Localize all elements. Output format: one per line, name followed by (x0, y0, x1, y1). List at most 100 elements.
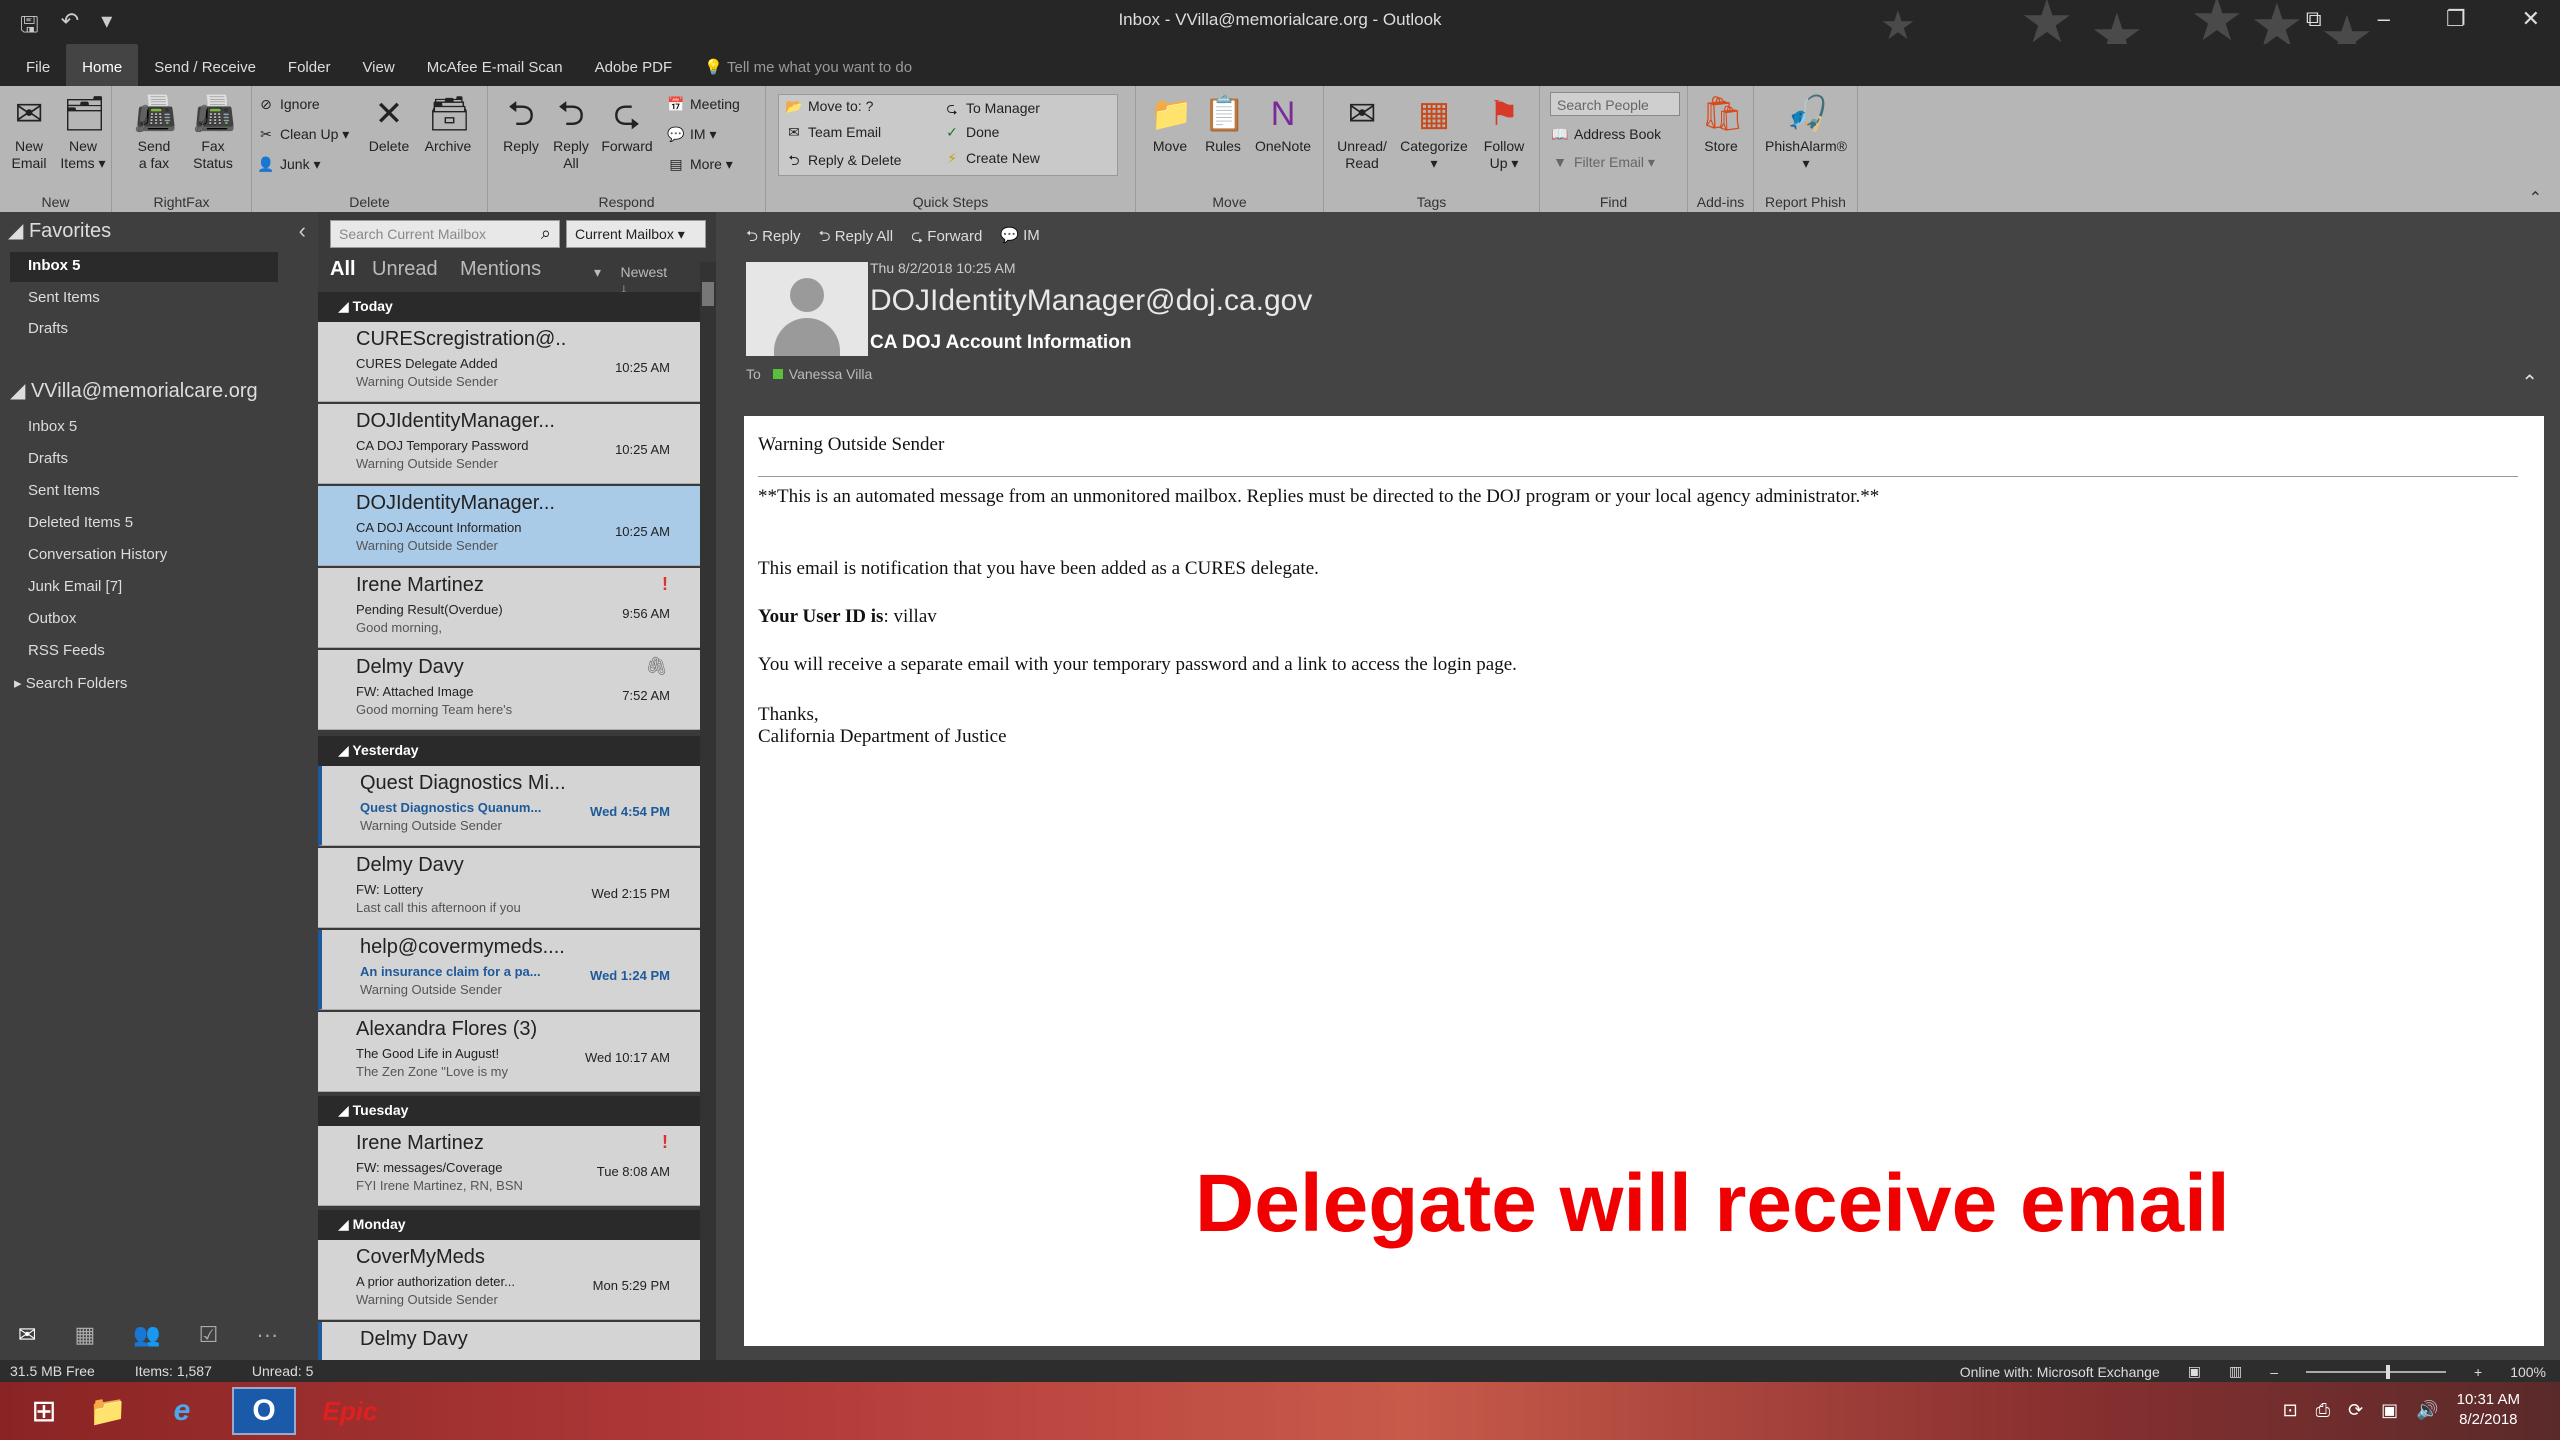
restore-button[interactable]: ❐ (2446, 6, 2466, 32)
tray-network-icon[interactable]: ▣ (2381, 1400, 2398, 1421)
reading-forward-button[interactable]: ⮎ Forward (911, 226, 982, 251)
new-email-button[interactable]: ✉ New Email (6, 94, 52, 172)
send-fax-button[interactable]: 📠 Send a fax (132, 94, 176, 172)
junk-button[interactable]: 👤 Junk ▾ (256, 156, 320, 173)
tab-send-receive[interactable]: Send / Receive (138, 44, 272, 86)
filter-unread[interactable]: Unread (372, 258, 438, 281)
zoom-in-button[interactable]: + (2474, 1364, 2482, 1380)
forward-button[interactable]: ⮎ Forward (598, 94, 656, 155)
more-nav-icon[interactable]: ··· (256, 1322, 278, 1348)
calendar-nav-icon[interactable]: ▦ (74, 1322, 95, 1348)
search-scope-dropdown[interactable]: Current Mailbox ▾ (566, 220, 706, 248)
folder-deleted-items[interactable]: Deleted Items 5 (28, 514, 133, 531)
list-item[interactable]: Delmy Davy FW: Lottery Last call this af… (318, 848, 700, 928)
list-item[interactable]: Delmy Davy (318, 1322, 700, 1360)
list-item[interactable]: Irene Martinez ! Pending Result(Overdue)… (318, 568, 700, 648)
group-header-tuesday[interactable]: ◢ Tuesday (318, 1096, 700, 1126)
list-item[interactable]: DOJIdentityManager... CA DOJ Temporary P… (318, 404, 700, 484)
mail-nav-icon[interactable]: ✉ (18, 1322, 36, 1348)
zoom-slider[interactable] (2306, 1364, 2446, 1379)
tab-mcafee[interactable]: McAfee E-mail Scan (411, 44, 579, 86)
list-item[interactable]: Irene Martinez ! FW: messages/Coverage F… (318, 1126, 700, 1206)
onenote-button[interactable]: N OneNote (1248, 94, 1318, 155)
outlook-taskbar-icon[interactable]: O (232, 1387, 296, 1435)
tab-folder[interactable]: Folder (272, 44, 347, 86)
fax-status-button[interactable]: 📠 Fax Status (188, 94, 238, 172)
zoom-level[interactable]: 100% (2510, 1364, 2546, 1380)
list-item[interactable]: Alexandra Flores (3) The Good Life in Au… (318, 1012, 700, 1092)
ignore-button[interactable]: ⊘ Ignore (256, 96, 320, 113)
epic-taskbar-icon[interactable]: Epic (318, 1387, 382, 1435)
group-header-today[interactable]: ◢ Today (318, 292, 700, 322)
qs-done[interactable]: ✓ Done (942, 124, 999, 141)
favorite-inbox[interactable]: Inbox 5 (28, 257, 81, 274)
reading-view-icon[interactable]: ▥ (2229, 1363, 2242, 1380)
list-item[interactable]: CUREScregistration@... CURES Delegate Ad… (318, 322, 700, 402)
list-item[interactable]: Quest Diagnostics Mi... Quest Diagnostic… (318, 766, 700, 846)
search-input[interactable]: Search Current Mailbox ⌕ (330, 220, 560, 248)
store-button[interactable]: 🛍 Store (1694, 94, 1748, 155)
sort-dropdown[interactable]: ▾ Newest ↓ (594, 264, 667, 296)
tab-adobe-pdf[interactable]: Adobe PDF (579, 44, 689, 86)
more-respond-button[interactable]: ▤ More ▾ (666, 156, 732, 173)
list-item[interactable]: help@covermymeds.... An insurance claim … (318, 930, 700, 1010)
search-people-input[interactable]: Search People (1550, 92, 1680, 116)
list-item[interactable]: Delmy Davy 🖇 FW: Attached Image Good mor… (318, 650, 700, 730)
list-item-selected[interactable]: DOJIdentityManager... CA DOJ Account Inf… (318, 486, 700, 566)
tab-home[interactable]: Home (66, 44, 139, 86)
message-from[interactable]: DOJIdentityManager@doj.ca.gov (870, 284, 1312, 318)
tray-printer-icon[interactable]: ⎙ (2316, 1400, 2330, 1421)
favorite-drafts[interactable]: Drafts (28, 320, 68, 337)
tray-volume-icon[interactable]: 🔊 (2416, 1400, 2438, 1421)
tasks-nav-icon[interactable]: ☑ (199, 1322, 219, 1348)
list-item[interactable]: CoverMyMeds A prior authorization deter.… (318, 1240, 700, 1320)
collapse-ribbon-icon[interactable]: ⌃ (2529, 188, 2542, 208)
tray-app-icon[interactable]: ⊡ (2283, 1400, 2298, 1421)
message-list-scrollbar[interactable] (700, 262, 716, 1360)
collapse-folder-pane-icon[interactable]: ‹ (299, 218, 306, 244)
filter-mentions[interactable]: Mentions (460, 258, 541, 281)
move-button[interactable]: 📁 Move (1142, 94, 1198, 155)
tab-view[interactable]: View (346, 44, 410, 86)
qs-create-new[interactable]: ⚡ Create New (942, 150, 1040, 167)
group-header-yesterday[interactable]: ◢ Yesterday (318, 736, 700, 766)
folder-junk-email[interactable]: Junk Email [7] (28, 578, 122, 595)
tab-file[interactable]: File (10, 44, 66, 86)
folder-rss-feeds[interactable]: RSS Feeds (28, 642, 105, 659)
file-explorer-icon[interactable]: 📁 (76, 1387, 140, 1435)
group-header-monday[interactable]: ◢ Monday (318, 1210, 700, 1240)
unread-read-button[interactable]: ✉ Unread/ Read (1332, 94, 1392, 172)
tell-me-search[interactable]: 💡 Tell me what you want to do (688, 44, 928, 86)
reply-all-button[interactable]: ⮌ Reply All (546, 94, 596, 172)
scrollbar-thumb[interactable] (702, 282, 714, 306)
categorize-button[interactable]: ▦ Categorize ▾ (1396, 94, 1472, 172)
folder-search-folders[interactable]: ▸ Search Folders (14, 674, 127, 692)
favorites-header[interactable]: ◢ Favorites (8, 218, 111, 243)
clean-up-button[interactable]: ✂ Clean Up ▾ (256, 126, 349, 143)
reply-button[interactable]: ⮌ Reply (496, 94, 546, 155)
folder-outbox[interactable]: Outbox (28, 610, 76, 627)
tray-sync-icon[interactable]: ⟳ (2348, 1400, 2363, 1421)
search-icon[interactable]: ⌕ (541, 223, 551, 244)
delete-button[interactable]: ✕ Delete (362, 94, 416, 155)
normal-view-icon[interactable]: ▣ (2188, 1363, 2201, 1380)
follow-up-button[interactable]: ⚑ Follow Up ▾ (1474, 94, 1534, 172)
qs-to-manager[interactable]: ⮎ To Manager (942, 98, 1040, 122)
ribbon-display-options-icon[interactable]: ⧉ (2306, 6, 2322, 32)
reading-im-button[interactable]: 💬 IM (1000, 226, 1040, 251)
folder-drafts[interactable]: Drafts (28, 450, 68, 467)
folder-inbox[interactable]: Inbox 5 (28, 418, 77, 435)
phishalarm-button[interactable]: 🎣 PhishAlarm® ▾ (1758, 94, 1854, 172)
collapse-header-icon[interactable]: ⌃ (2521, 370, 2538, 395)
meeting-button[interactable]: 📅 Meeting (666, 96, 740, 113)
im-button[interactable]: 💬 IM ▾ (666, 126, 716, 143)
archive-button[interactable]: 🗃 Archive (418, 94, 478, 155)
account-header[interactable]: ◢ VVilla@memorialcare.org (10, 378, 258, 403)
filter-all[interactable]: All (330, 258, 356, 281)
clock[interactable]: 10:31 AM 8/2/2018 (2457, 1390, 2520, 1430)
qs-reply-delete[interactable]: ⮌ Reply & Delete (784, 150, 901, 174)
folder-sent-items[interactable]: Sent Items (28, 482, 100, 499)
rules-button[interactable]: 📋 Rules (1198, 94, 1248, 155)
people-nav-icon[interactable]: 👥 (133, 1322, 160, 1348)
reading-reply-button[interactable]: ⮌ Reply (746, 226, 801, 251)
